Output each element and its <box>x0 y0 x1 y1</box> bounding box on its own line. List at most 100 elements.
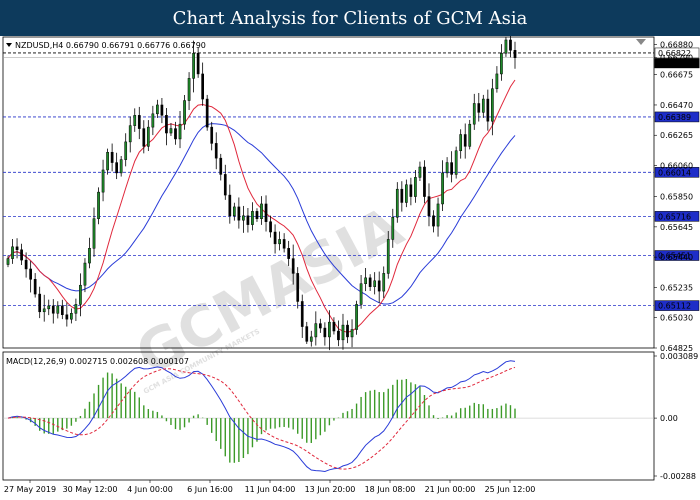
candle-body-46 <box>214 143 218 159</box>
candle-27 <box>128 116 132 153</box>
candle-77 <box>355 300 358 335</box>
symbol-dropdown-icon[interactable] <box>6 43 12 47</box>
candle-97 <box>445 157 449 178</box>
candle-103 <box>472 93 476 130</box>
candle-73 <box>337 320 340 347</box>
candle-55 <box>255 208 259 222</box>
candle-body-51 <box>237 206 241 221</box>
candle-58 <box>269 215 272 238</box>
candle-6 <box>33 273 37 298</box>
candle-body-53 <box>246 215 250 225</box>
candle-body-2 <box>15 246 19 251</box>
candle-14 <box>70 308 73 324</box>
candle-body-55 <box>255 211 259 219</box>
time-axis: 27 May 2019 30 May 12:00 4 Jun 00:00 6 Jun … <box>4 480 535 494</box>
candle-23 <box>110 143 114 172</box>
candle-78 <box>359 275 363 309</box>
candle-body-40 <box>187 78 191 101</box>
candle-51 <box>237 197 241 229</box>
candle-91 <box>418 161 422 181</box>
candle-body-99 <box>454 150 458 175</box>
candle-body-77 <box>355 304 358 330</box>
candle-body-69 <box>318 323 322 329</box>
candle-body-41 <box>192 53 195 79</box>
x-tick-label-3: 6 Jun 16:00 <box>187 485 233 494</box>
candle-body-71 <box>328 321 331 338</box>
candle-75 <box>346 320 349 344</box>
macd-y-tick-label-1: 0.00 <box>660 414 678 423</box>
y-tick-label-5: 0.66060 <box>660 162 693 171</box>
candle-body-10 <box>51 305 55 314</box>
candle-body-87 <box>400 188 404 203</box>
candle-57 <box>264 195 268 232</box>
price-chart[interactable]: GCMASIA GCM ASIA COMMUNITY MARKETS NZDUS… <box>0 36 700 500</box>
candle-body-1 <box>11 246 14 259</box>
candle-body-68 <box>314 323 318 338</box>
candle-body-5 <box>29 268 32 280</box>
candle-89 <box>409 177 413 206</box>
candle-42 <box>196 47 200 78</box>
candle-53 <box>246 207 250 233</box>
y-tick-label-9: 0.65235 <box>660 283 693 292</box>
candle-body-109 <box>500 53 503 75</box>
candle-body-104 <box>477 103 481 113</box>
candle-body-15 <box>74 304 78 314</box>
candle-17 <box>83 258 87 293</box>
candle-45 <box>210 121 214 151</box>
candle-body-49 <box>228 194 232 217</box>
candle-body-111 <box>509 39 512 51</box>
candle-106 <box>486 89 490 131</box>
level-label-5: 0.65112 <box>658 302 691 311</box>
candle-3 <box>20 243 23 265</box>
macd-y-tick-label-0: 0.003089 <box>660 352 698 361</box>
price-axis: 0.66880 0.66790 0.66675 0.66470 0.66265 0.660… <box>654 40 698 481</box>
candle-body-0 <box>6 258 10 265</box>
candle-76 <box>350 319 354 348</box>
candle-body-110 <box>504 39 508 54</box>
candle-body-42 <box>196 53 200 75</box>
x-tick-label-5: 13 Jun 20:00 <box>305 485 356 494</box>
chart-shift-marker <box>636 39 646 45</box>
candle-body-47 <box>219 157 223 175</box>
candle-body-30 <box>142 128 146 147</box>
candle-7 <box>38 286 42 319</box>
candle-87 <box>400 181 404 212</box>
macd-pane-frame <box>2 351 655 481</box>
candle-body-8 <box>42 308 46 313</box>
candle-body-35 <box>165 115 168 134</box>
candle-body-61 <box>282 239 286 249</box>
candle-body-17 <box>83 262 87 286</box>
candle-60 <box>278 231 281 251</box>
candle-body-103 <box>472 103 476 125</box>
macd-header: MACD(12,26,9) 0.002715 0.002608 0.000107 <box>6 357 189 366</box>
candle-36 <box>169 123 173 137</box>
candle-39 <box>183 94 186 130</box>
candle-82 <box>377 271 381 303</box>
candle-body-65 <box>300 301 304 327</box>
candle-94 <box>432 210 435 233</box>
candle-body-91 <box>418 166 422 178</box>
candle-74 <box>341 313 345 350</box>
candle-8 <box>42 294 46 322</box>
candle-83 <box>382 266 386 299</box>
x-tick-label-4: 11 Jun 04:00 <box>245 485 296 494</box>
candle-15 <box>74 298 78 321</box>
candle-body-107 <box>491 88 494 122</box>
candle-body-22 <box>106 151 109 171</box>
candle-body-39 <box>183 100 186 125</box>
candle-body-75 <box>346 324 349 338</box>
candle-9 <box>47 299 51 316</box>
candle-body-25 <box>119 159 123 174</box>
candle-105 <box>481 94 485 118</box>
candle-11 <box>56 301 60 319</box>
candle-body-72 <box>332 321 336 332</box>
candle-90 <box>414 169 417 203</box>
candle-body-89 <box>409 184 413 197</box>
candle-112 <box>513 41 517 69</box>
candle-96 <box>441 160 444 211</box>
candle-109 <box>500 44 503 81</box>
x-tick-label-2: 4 Jun 00:00 <box>127 485 173 494</box>
candle-86 <box>395 182 399 223</box>
macd-y-tick-label-2: -0.00288 <box>660 472 696 481</box>
candle-101 <box>463 123 467 159</box>
